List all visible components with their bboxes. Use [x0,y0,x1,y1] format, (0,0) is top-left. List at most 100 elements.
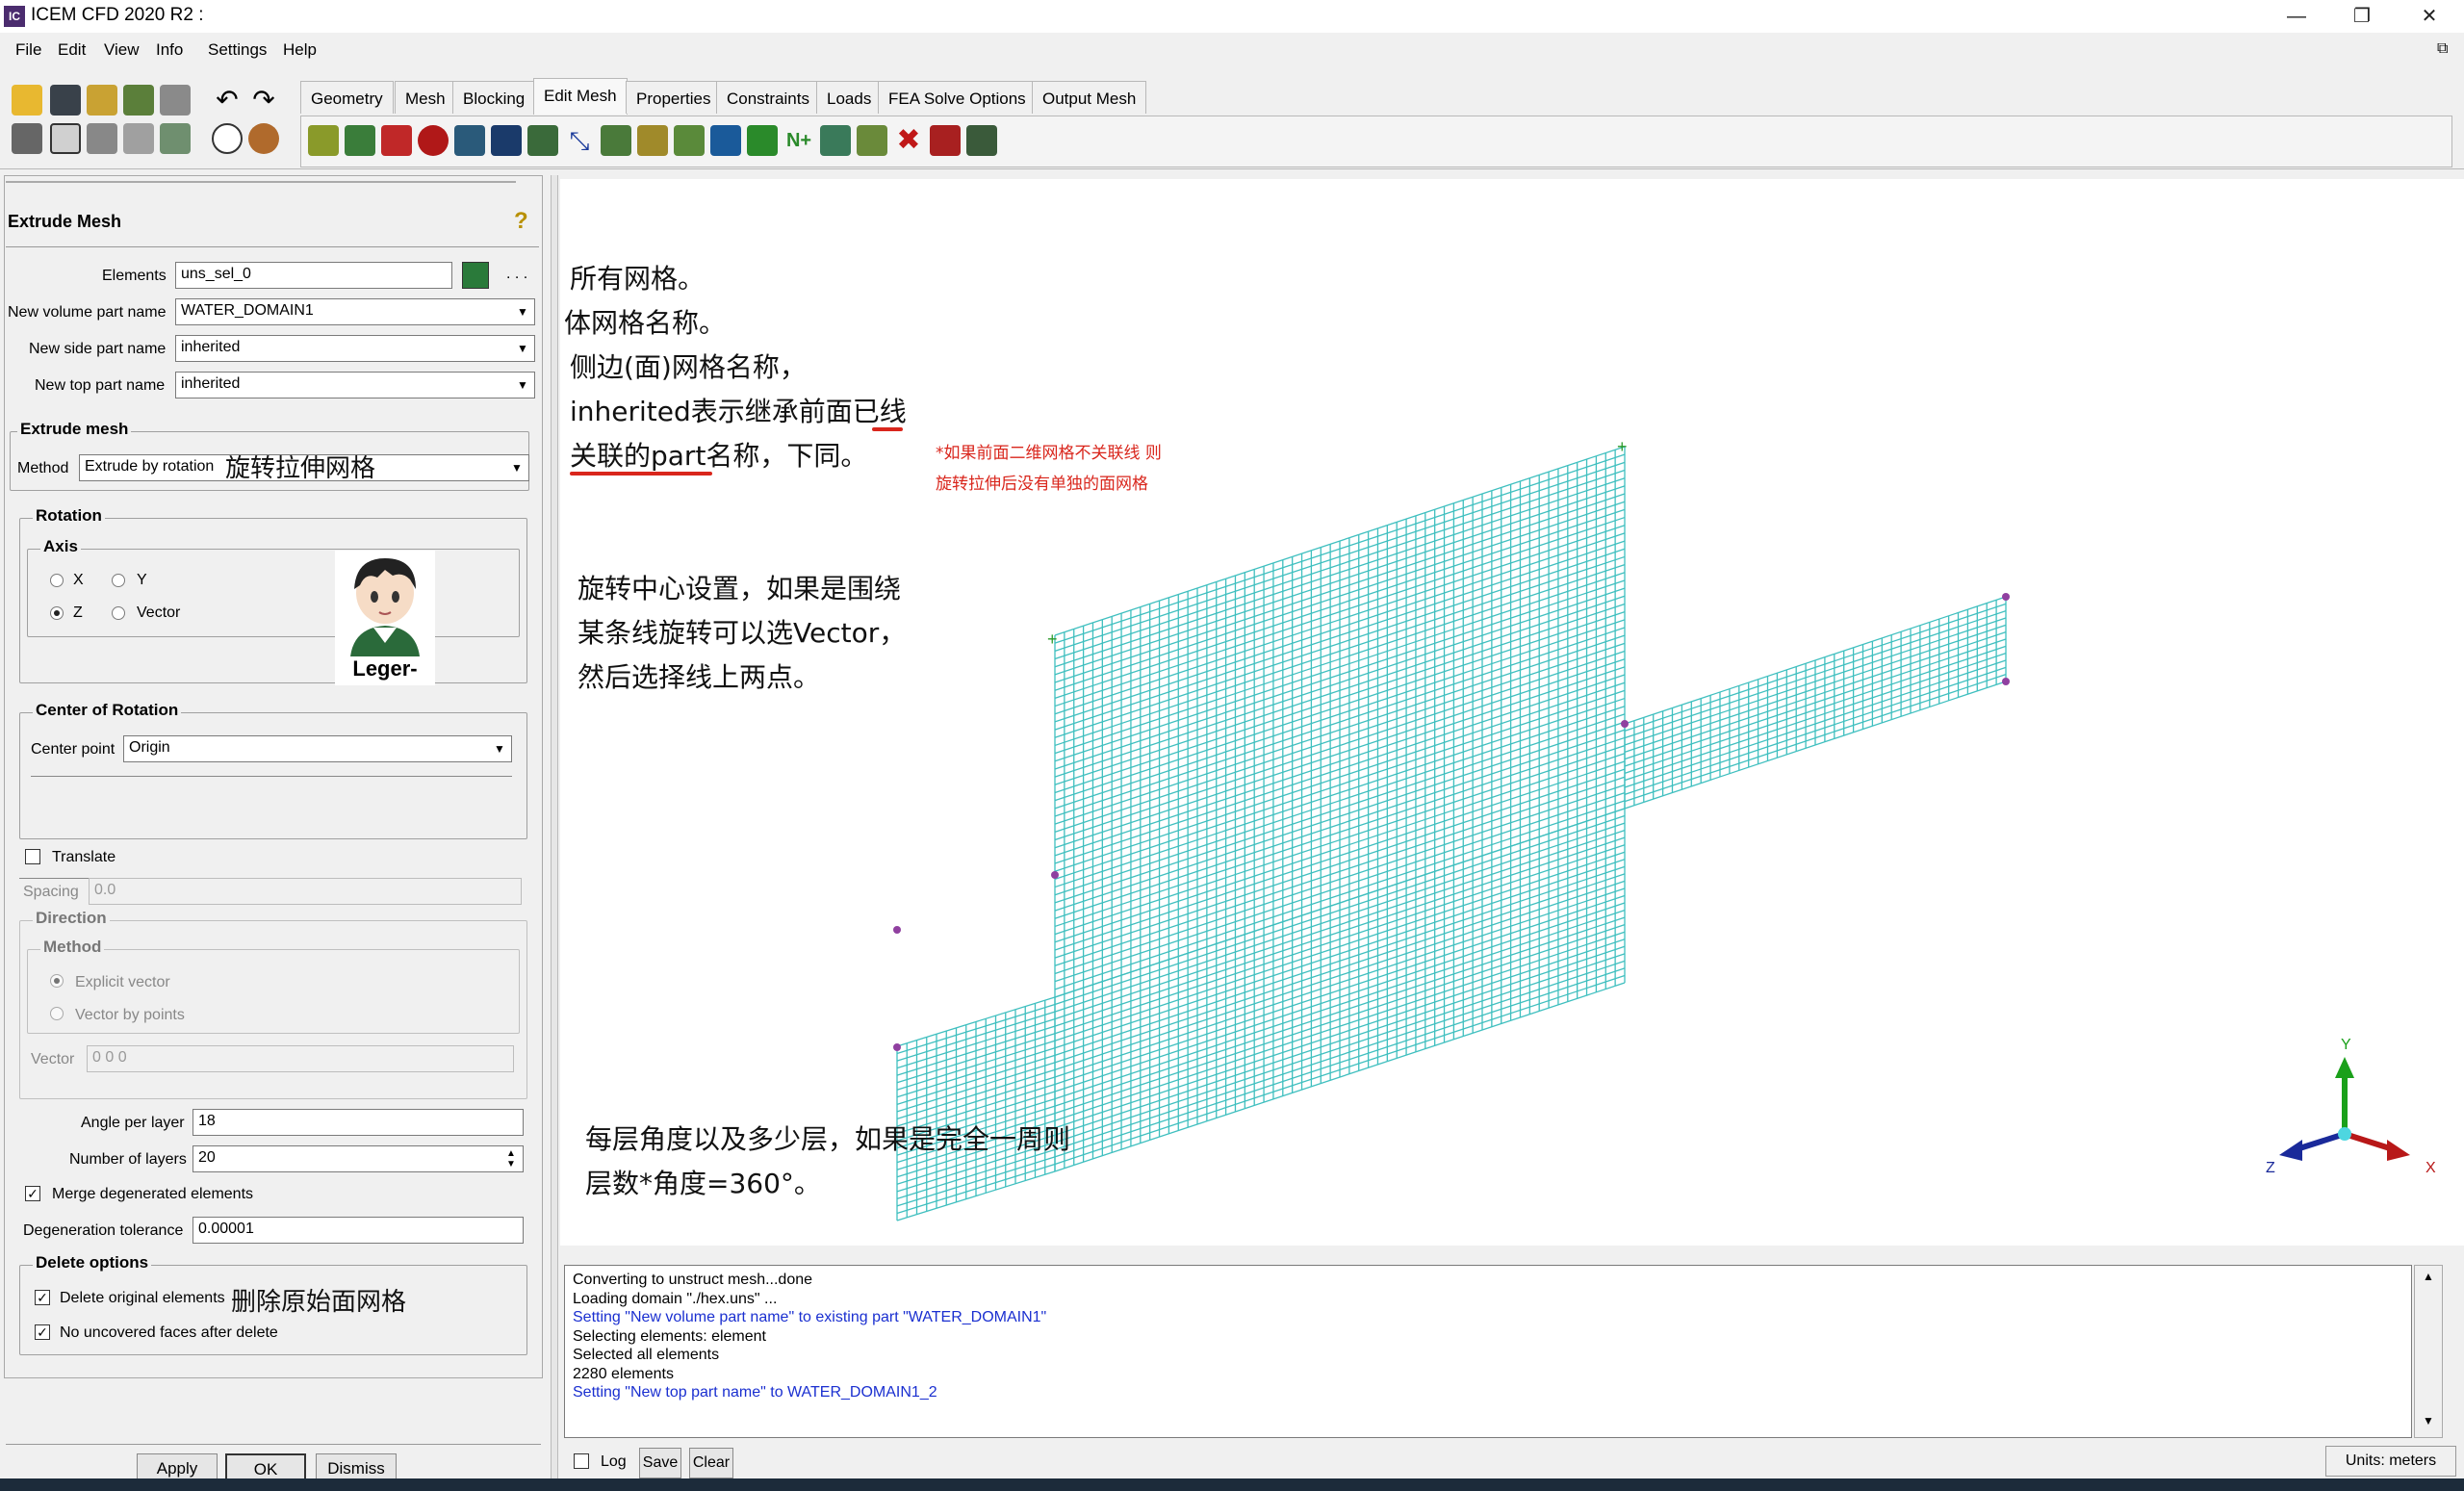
zoom-box-icon[interactable] [50,123,81,154]
annotation-volume-name: 体网格名称。 [564,307,727,339]
display-quality-icon[interactable] [454,125,485,156]
tab-constraints[interactable]: Constraints [716,81,820,114]
extrude-mesh-icon[interactable] [345,125,375,156]
renumber-mesh-icon[interactable]: N+ [783,125,814,156]
scroll-down-icon[interactable]: ▼ [2419,1414,2438,1433]
menu-info[interactable]: Info [156,40,183,60]
vector-field[interactable]: 0 0 0 [87,1045,514,1072]
axis-y-label: Y [137,572,147,588]
undo-icon[interactable]: ↶ [212,85,243,116]
tab-geometry[interactable]: Geometry [300,81,394,114]
minimize-button[interactable]: — [2268,0,2325,33]
number-of-layers-field[interactable]: 20 ▲ ▼ [192,1145,524,1172]
tab-properties[interactable]: Properties [626,81,722,114]
create-elements-icon[interactable] [308,125,339,156]
spinner-arrows-icon[interactable]: ▲ ▼ [501,1148,521,1170]
more-button[interactable]: . . . [506,266,527,283]
smooth-hexa-icon[interactable] [527,125,558,156]
axis-z-radio[interactable] [50,606,64,620]
axis-vector-radio[interactable] [112,606,125,620]
explicit-vector-radio[interactable] [50,974,64,988]
tab-output-mesh[interactable]: Output Mesh [1032,81,1147,114]
local-coord-icon[interactable] [123,123,154,154]
log-line: Converting to unstruct mesh...done [573,1272,813,1288]
open-blocking-icon[interactable] [160,85,191,116]
open-icon[interactable] [12,85,42,116]
adjust-thickness-icon[interactable] [820,125,851,156]
delete-nodes-icon[interactable]: ✖ [893,125,924,156]
mesh-node [2002,678,2010,685]
graphics-viewport[interactable]: + + [560,179,2464,1246]
log-checkbox[interactable] [574,1453,589,1469]
clear-log-button[interactable]: Clear [689,1448,733,1478]
wireframe-icon[interactable] [212,123,243,154]
menu-view[interactable]: View [104,40,140,60]
close-button[interactable]: ✕ [2400,0,2458,33]
edit-distributed-attributes-icon[interactable] [966,125,997,156]
degeneration-tolerance-field[interactable]: 0.00001 [192,1217,524,1244]
message-log[interactable]: Converting to unstruct mesh...done Loadin… [564,1265,2412,1438]
chevron-down-icon[interactable]: ▼ [513,338,532,359]
merge-degenerated-checkbox[interactable]: ✓ [25,1186,40,1201]
spacing-field[interactable]: 0.0 [89,878,522,905]
chevron-down-icon[interactable]: ▼ [513,374,532,396]
menu-settings[interactable]: Settings [208,40,267,60]
tab-edit-mesh[interactable]: Edit Mesh [533,78,628,115]
transform-icon[interactable] [710,125,741,156]
split-mesh-icon[interactable] [637,125,668,156]
vector-by-points-label: Vector by points [75,1007,185,1023]
refresh-icon[interactable] [160,123,191,154]
menu-file[interactable]: File [15,40,41,60]
axis-y-radio[interactable] [112,574,125,587]
degeneration-tolerance-label: Degeneration tolerance [23,1222,184,1239]
reorient-mesh-icon[interactable] [857,125,887,156]
log-scrollbar[interactable]: ▲ ▼ [2414,1265,2443,1438]
chevron-down-icon[interactable]: ▼ [507,457,526,478]
merge-nodes-icon[interactable] [601,125,631,156]
transform-mesh-icon[interactable] [381,125,412,156]
tab-mesh[interactable]: Mesh [395,81,456,114]
delete-elements-icon[interactable] [930,125,961,156]
repair-mesh-icon[interactable]: ⤡ [564,125,595,156]
chevron-down-icon[interactable]: ▼ [490,738,509,759]
select-elements-icon[interactable] [462,262,489,289]
smooth-mesh-icon[interactable] [491,125,522,156]
new-top-combo[interactable]: inherited ▼ [175,372,535,398]
curve-endpoint-marker: + [1047,630,1058,649]
tab-fea-solve-options[interactable]: FEA Solve Options [878,81,1037,114]
save-icon[interactable] [50,85,81,116]
new-volume-combo[interactable]: WATER_DOMAIN1 ▼ [175,298,535,325]
restore-panel-icon[interactable]: ⧉ [2437,40,2456,60]
tab-blocking[interactable]: Blocking [452,81,536,114]
axis-x-radio[interactable] [50,574,64,587]
measure-icon[interactable] [87,123,117,154]
check-mesh-icon[interactable] [418,125,449,156]
new-side-combo[interactable]: inherited ▼ [175,335,535,362]
help-icon[interactable]: ? [514,208,535,234]
maximize-button[interactable]: ❐ [2333,0,2391,33]
redo-icon[interactable]: ↷ [248,85,279,116]
menu-edit[interactable]: Edit [58,40,86,60]
tab-loads[interactable]: Loads [816,81,883,114]
no-uncovered-faces-checkbox[interactable]: ✓ [35,1324,50,1340]
menu-help[interactable]: Help [283,40,317,60]
move-nodes-icon[interactable] [674,125,705,156]
new-side-label: New side part name [29,341,167,357]
chevron-down-icon[interactable]: ▼ [513,301,532,322]
scroll-up-icon[interactable]: ▲ [2419,1270,2438,1289]
angle-per-layer-field[interactable]: 18 [192,1109,524,1136]
log-line: Setting "New top part name" to WATER_DOM… [573,1384,937,1401]
elements-field[interactable]: uns_sel_0 [175,262,452,289]
center-point-combo[interactable]: Origin ▼ [123,735,512,762]
open-geometry-icon[interactable] [87,85,117,116]
save-log-button[interactable]: Save [639,1448,681,1478]
open-mesh-icon[interactable] [123,85,154,116]
fit-window-icon[interactable] [12,123,42,154]
translate-checkbox[interactable] [25,849,40,864]
vector-by-points-radio[interactable] [50,1007,64,1020]
change-element-type-icon[interactable] [747,125,778,156]
spacing-label: Spacing [23,884,79,900]
delete-original-checkbox[interactable]: ✓ [35,1290,50,1305]
solid-icon[interactable] [248,123,279,154]
panel-splitter[interactable] [551,175,558,1484]
